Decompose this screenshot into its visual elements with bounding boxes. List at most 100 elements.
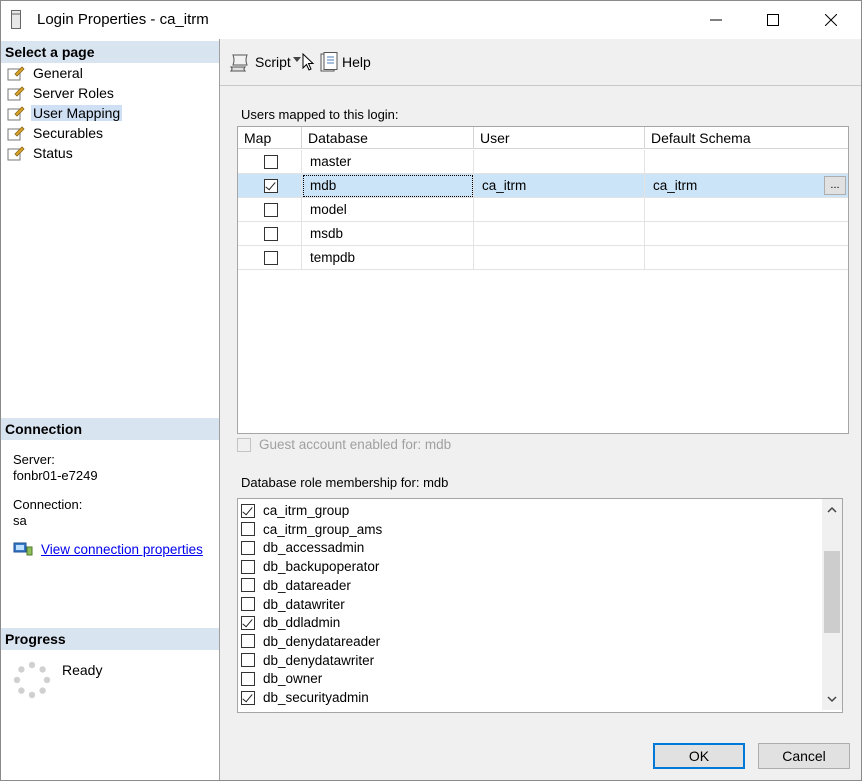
role-checkbox[interactable] bbox=[241, 522, 255, 537]
role-item-db-securityadmin[interactable]: db_securityadmin bbox=[241, 688, 369, 707]
role-item-db-datareader[interactable]: db_datareader bbox=[241, 576, 351, 595]
column-header-default-schema[interactable]: Default Schema bbox=[645, 127, 848, 149]
maximize-icon bbox=[767, 14, 779, 26]
role-checkbox[interactable] bbox=[241, 634, 255, 649]
role-checkbox[interactable] bbox=[241, 578, 255, 593]
user-cell[interactable] bbox=[474, 246, 645, 270]
role-checkbox[interactable] bbox=[241, 597, 255, 611]
wrench-page-icon bbox=[7, 146, 25, 161]
page-item-status[interactable]: Status bbox=[7, 143, 75, 163]
schema-cell[interactable]: ca_itrm... bbox=[645, 174, 848, 198]
role-item-ca-itrm-group-ams[interactable]: ca_itrm_group_ams bbox=[241, 520, 382, 539]
scroll-down-icon[interactable] bbox=[827, 696, 837, 703]
window-title: Login Properties - ca_itrm bbox=[37, 11, 209, 28]
role-item-db-datawriter[interactable]: db_datawriter bbox=[241, 595, 345, 614]
role-checkbox[interactable] bbox=[241, 671, 255, 686]
server-value: fonbr01-e7249 bbox=[13, 468, 98, 483]
map-checkbox[interactable] bbox=[264, 179, 278, 193]
users-mapped-label: Users mapped to this login: bbox=[241, 107, 399, 122]
page-item-label: Status bbox=[33, 145, 73, 161]
map-checkbox[interactable] bbox=[264, 203, 278, 217]
role-label: db_datareader bbox=[263, 577, 351, 593]
role-item-db-backupoperator[interactable]: db_backupoperator bbox=[241, 557, 379, 576]
page-item-label: Securables bbox=[33, 125, 104, 141]
user-cell[interactable] bbox=[474, 150, 645, 174]
user-cell[interactable] bbox=[474, 198, 645, 222]
ok-button[interactable]: OK bbox=[653, 743, 745, 769]
role-list-scrollbar[interactable] bbox=[822, 499, 842, 710]
map-checkbox[interactable] bbox=[264, 227, 278, 241]
guest-account-label: Guest account enabled for: mdb bbox=[259, 437, 452, 452]
role-label: db_denydatareader bbox=[263, 633, 381, 649]
view-connection-properties[interactable]: View connection properties bbox=[13, 541, 203, 557]
database-cell[interactable]: master bbox=[302, 150, 474, 174]
role-checkbox[interactable] bbox=[241, 559, 255, 574]
role-item-db-denydatareader[interactable]: db_denydatareader bbox=[241, 632, 380, 651]
map-checkbox[interactable] bbox=[264, 251, 278, 265]
mapping-row-mdb[interactable]: mdb ca_itrm ca_itrm... bbox=[238, 174, 848, 198]
schema-cell[interactable] bbox=[645, 198, 848, 222]
column-header-database[interactable]: Database bbox=[302, 127, 474, 149]
database-cell[interactable]: mdb bbox=[302, 174, 474, 198]
map-checkbox[interactable] bbox=[264, 155, 278, 169]
role-item-db-ddladmin[interactable]: db_ddladmin bbox=[241, 613, 340, 632]
maximize-button[interactable] bbox=[744, 1, 802, 39]
login-properties-window: Login Properties - ca_itrm Select a page… bbox=[0, 0, 862, 781]
role-label: ca_itrm_group_ams bbox=[263, 521, 383, 537]
minimize-button[interactable] bbox=[687, 1, 745, 39]
close-button[interactable] bbox=[802, 1, 860, 39]
role-checkbox[interactable] bbox=[241, 540, 255, 555]
page-item-label: Server Roles bbox=[33, 85, 114, 101]
map-cell[interactable] bbox=[238, 246, 302, 270]
role-checkbox[interactable] bbox=[241, 690, 255, 705]
role-label: db_accessadmin bbox=[263, 540, 365, 556]
wrench-page-icon bbox=[7, 106, 25, 121]
help-button[interactable]: Help bbox=[318, 52, 371, 72]
view-connection-link[interactable]: View connection properties bbox=[41, 542, 203, 557]
schema-cell[interactable] bbox=[645, 150, 848, 174]
map-cell[interactable] bbox=[238, 222, 302, 246]
database-cell[interactable]: tempdb bbox=[302, 246, 474, 270]
browse-schema-button[interactable]: ... bbox=[824, 176, 846, 195]
role-checkbox[interactable] bbox=[241, 503, 255, 518]
page-item-server-roles[interactable]: Server Roles bbox=[7, 83, 116, 103]
map-cell[interactable] bbox=[238, 150, 302, 174]
mapping-row-master[interactable]: master bbox=[238, 150, 848, 174]
role-item-ca-itrm-group[interactable]: ca_itrm_group bbox=[241, 501, 349, 520]
progress-header: Progress bbox=[1, 628, 219, 650]
help-icon bbox=[320, 52, 338, 72]
page-item-securables[interactable]: Securables bbox=[7, 123, 105, 143]
cancel-button[interactable]: Cancel bbox=[758, 743, 850, 769]
script-button[interactable]: Script bbox=[229, 52, 291, 72]
script-dropdown-arrow-icon[interactable] bbox=[293, 57, 301, 63]
page-item-general[interactable]: General bbox=[7, 63, 85, 83]
role-item-db-accessadmin[interactable]: db_accessadmin bbox=[241, 538, 364, 557]
script-icon bbox=[229, 54, 248, 72]
map-cell[interactable] bbox=[238, 174, 302, 198]
role-label: db_datawriter bbox=[263, 596, 345, 612]
page-item-user-mapping[interactable]: User Mapping bbox=[7, 103, 123, 123]
column-header-map[interactable]: Map bbox=[238, 127, 302, 149]
connection-value: sa bbox=[13, 513, 27, 528]
role-checkbox[interactable] bbox=[241, 615, 255, 630]
scrollbar-thumb[interactable] bbox=[824, 551, 840, 633]
page-item-label: General bbox=[33, 65, 83, 81]
user-mapping-grid: Map Database User Default Schema master m… bbox=[237, 126, 849, 434]
user-cell[interactable] bbox=[474, 222, 645, 246]
role-item-db-denydatawriter[interactable]: db_denydatawriter bbox=[241, 651, 374, 670]
column-header-user[interactable]: User bbox=[474, 127, 645, 149]
scroll-up-icon[interactable] bbox=[827, 506, 837, 513]
schema-cell[interactable] bbox=[645, 222, 848, 246]
map-cell[interactable] bbox=[238, 198, 302, 222]
guest-account-checkbox[interactable] bbox=[237, 437, 251, 452]
schema-cell[interactable] bbox=[645, 246, 848, 270]
mapping-row-tempdb[interactable]: tempdb bbox=[238, 246, 848, 270]
user-cell[interactable]: ca_itrm bbox=[474, 174, 645, 198]
mouse-cursor-icon bbox=[302, 53, 315, 71]
role-checkbox[interactable] bbox=[241, 653, 255, 668]
mapping-row-msdb[interactable]: msdb bbox=[238, 222, 848, 246]
mapping-row-model[interactable]: model bbox=[238, 198, 848, 222]
role-item-db-owner[interactable]: db_owner bbox=[241, 669, 322, 688]
database-cell[interactable]: msdb bbox=[302, 222, 474, 246]
database-cell[interactable]: model bbox=[302, 198, 474, 222]
